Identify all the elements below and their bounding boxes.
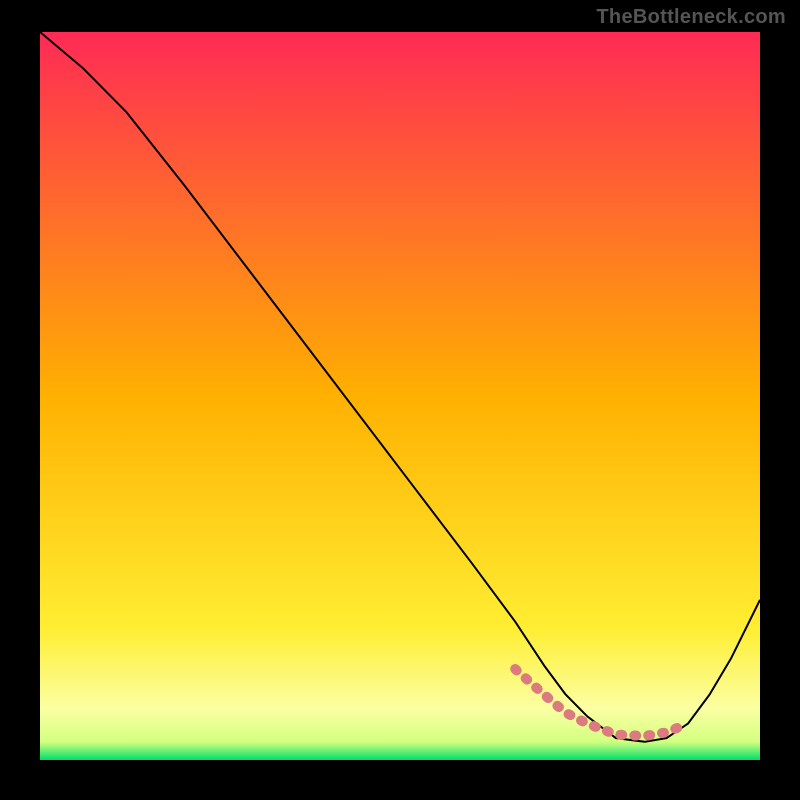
chart-svg (40, 32, 760, 760)
watermark-text: TheBottleneck.com (596, 6, 786, 29)
plot-area (40, 32, 760, 760)
gradient-background (40, 32, 760, 760)
bottleneck-chart: TheBottleneck.com (0, 0, 800, 800)
